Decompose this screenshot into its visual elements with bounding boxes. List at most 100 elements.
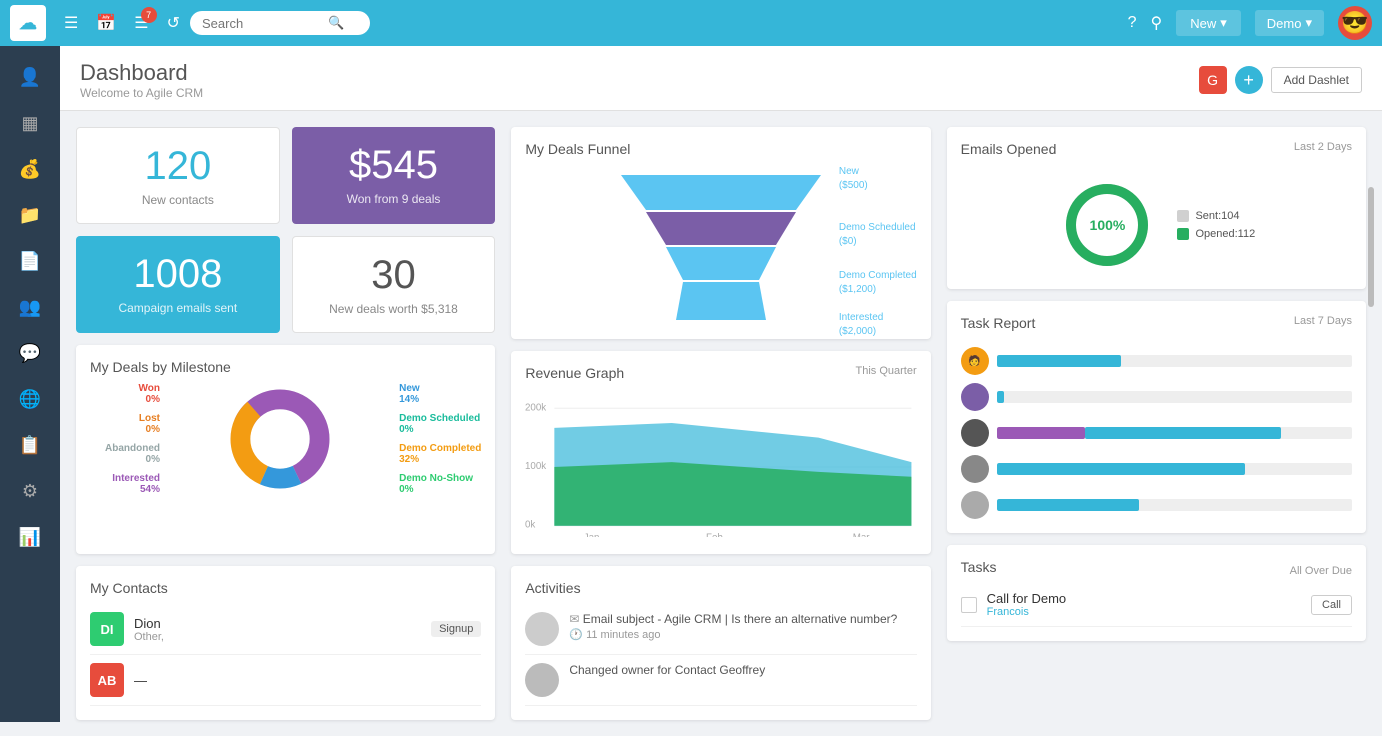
svg-text:100k: 100k [525,461,546,472]
funnel-label-demo-sched: Demo Scheduled($0) [839,221,917,249]
activity-content-1: ✉ Email subject - Agile CRM | Is there a… [569,612,897,641]
sidebar-item-globe[interactable]: 🌐 [5,378,55,420]
stats-grid: 120 New contacts $545 Won from 9 deals 1… [76,127,495,333]
google-icon[interactable]: G [1199,66,1227,94]
help-icon[interactable]: ? [1128,14,1137,32]
task-bar-multi [997,427,1352,439]
demo-button-label: Demo [1267,16,1302,31]
campaign-emails-card: 1008 Campaign emails sent [76,236,280,333]
scrollbar[interactable] [1368,187,1374,307]
add-dashlet-label: Add Dashlet [1284,73,1349,87]
sidebar-item-team[interactable]: 👥 [5,286,55,328]
history-icon[interactable]: ↺ [167,13,180,33]
calendar-icon[interactable]: 📅 [96,13,116,33]
notifications-icon[interactable]: ☰ 7 [134,13,148,33]
pin-icon[interactable]: ⚲ [1151,13,1163,33]
page-title: Dashboard [80,60,203,86]
milestone-demo-noshow: Demo No-Show0% [399,473,481,495]
milestone-title: My Deals by Milestone [90,359,481,375]
activity-icon-2 [525,663,559,697]
campaign-emails-label: Campaign emails sent [92,301,264,315]
task-row-0: 🧑 [961,347,1352,375]
task-bar-bg-0 [997,355,1352,367]
milestone-demo-comp: Demo Completed32% [399,443,481,465]
menu-icon[interactable]: ☰ [64,13,78,33]
activity-row-2: Changed owner for Contact Geoffrey [525,655,916,706]
task-bar-2b [1085,427,1280,439]
milestone-new: New14% [399,383,481,405]
emails-donut-container: 100% Sent:104 Opened:112 [961,175,1352,275]
sidebar-item-billing[interactable]: 📋 [5,424,55,466]
sidebar-item-files[interactable]: 📁 [5,194,55,236]
user-avatar[interactable]: 😎 [1338,6,1372,40]
svg-text:Mar: Mar [853,532,871,537]
sidebar-item-dashboard[interactable]: ▦ [5,102,55,144]
contact-avatar-2: AB [90,663,124,697]
funnel-chart: New($500) Demo Scheduled($0) Demo Comple… [525,165,916,325]
tasks-title: Tasks [961,559,997,575]
contact-row: DI Dion Other, Signup [90,604,481,655]
sent-label: Sent:104 [1195,210,1239,222]
task-report-last: Last 7 Days [1294,315,1352,339]
task-info: Call for Demo Francois [987,591,1301,618]
contact-row-2: AB — [90,655,481,706]
new-button-label: New [1190,16,1216,31]
call-button[interactable]: Call [1311,595,1352,615]
sidebar-item-analytics[interactable]: 📊 [5,516,55,558]
add-dashlet-icon[interactable]: + [1235,66,1263,94]
task-report-title: Task Report [961,315,1036,331]
revenue-card: Revenue Graph This Quarter 200k 100k 0k [511,351,930,554]
funnel-title: My Deals Funnel [525,141,916,157]
task-bar-bg-3 [997,463,1352,475]
task-assignee-0: Francois [987,606,1301,618]
page-header-left: Dashboard Welcome to Agile CRM [80,60,203,100]
task-bar-bg-2 [997,427,1352,439]
sidebar-item-settings[interactable]: ⚙ [5,470,55,512]
sidebar-item-deals[interactable]: 💰 [5,148,55,190]
demo-button[interactable]: Demo ▾ [1255,10,1324,36]
revenue-period: This Quarter [856,365,917,377]
task-bar-bg-4 [997,499,1352,511]
tasks-header: Tasks All Over Due [961,559,1352,583]
search-box: 🔍 [190,11,370,35]
activity-text-1: ✉ Email subject - Agile CRM | Is there a… [569,612,897,626]
task-item-0: Call for Demo Francois Call [961,583,1352,627]
legend-sent: Sent:104 [1177,210,1255,222]
task-checkbox-0[interactable] [961,597,977,613]
right-column: Emails Opened Last 2 Days 100% [947,127,1366,720]
stats-column: 120 New contacts $545 Won from 9 deals 1… [76,127,495,720]
notification-badge: 7 [141,7,157,23]
milestone-interested: Interested54% [90,473,160,495]
emails-header: Emails Opened Last 2 Days [961,141,1352,165]
sidebar-item-messages[interactable]: 💬 [5,332,55,374]
contact-badge: Signup [431,621,481,637]
funnel-label-demo-comp: Demo Completed($1,200) [839,269,917,297]
contact-sub: Other, [134,631,421,643]
new-deals-label: New deals worth $5,318 [309,302,479,316]
search-icon: 🔍 [328,15,344,31]
main-content: Dashboard Welcome to Agile CRM G + Add D… [60,46,1382,736]
sidebar-item-reports[interactable]: 📄 [5,240,55,282]
search-input[interactable] [202,16,322,31]
milestone-lost: Lost0% [90,413,160,435]
task-avatar-1 [961,383,989,411]
svg-text:200k: 200k [525,402,546,413]
contact-avatar-DI: DI [90,612,124,646]
contact-info: Dion Other, [134,616,421,643]
milestone-abandoned: Abandoned0% [90,443,160,465]
activity-time-1: 🕐 11 minutes ago [569,628,897,641]
task-row-2 [961,419,1352,447]
add-dashlet-button[interactable]: Add Dashlet [1271,67,1362,93]
opened-dot [1177,228,1189,240]
sidebar: 👤 ▦ 💰 📁 📄 👥 💬 🌐 📋 ⚙ 📊 [0,46,60,722]
logo[interactable]: ☁ [10,5,46,41]
sidebar-item-contacts[interactable]: 👤 [5,56,55,98]
opened-label: Opened:112 [1195,228,1255,240]
new-deals-card: 30 New deals worth $5,318 [292,236,496,333]
emails-donut: 100% [1057,175,1157,275]
svg-text:0k: 0k [525,520,535,531]
new-button[interactable]: New ▾ [1176,10,1241,36]
activity-icon-1 [525,612,559,646]
new-button-arrow: ▾ [1220,15,1227,31]
emails-opened-card: Emails Opened Last 2 Days 100% [947,127,1366,289]
